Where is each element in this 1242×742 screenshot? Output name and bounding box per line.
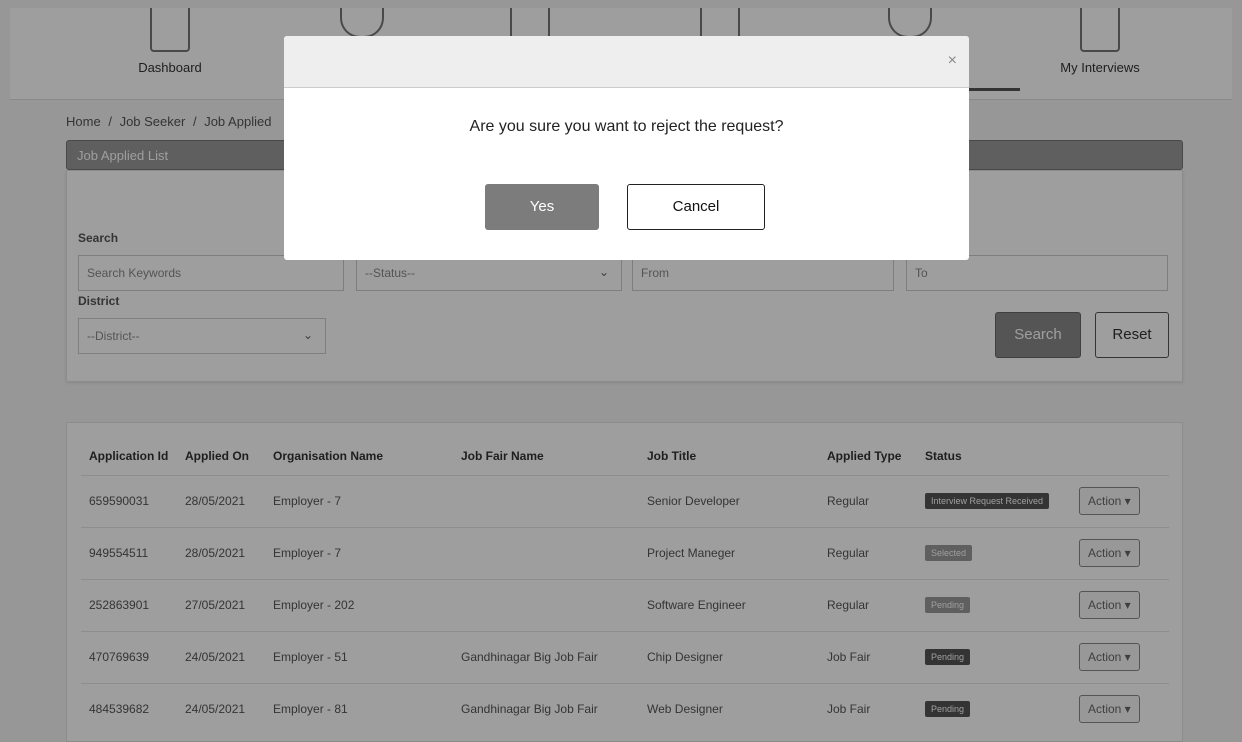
yes-button[interactable]: Yes [485, 184, 599, 230]
cancel-button[interactable]: Cancel [627, 184, 765, 230]
reject-confirm-dialog: × Are you sure you want to reject the re… [284, 36, 969, 260]
dialog-header: × [284, 36, 969, 88]
dialog-message: Are you sure you want to reject the requ… [469, 118, 784, 135]
close-icon[interactable]: × [948, 52, 957, 70]
